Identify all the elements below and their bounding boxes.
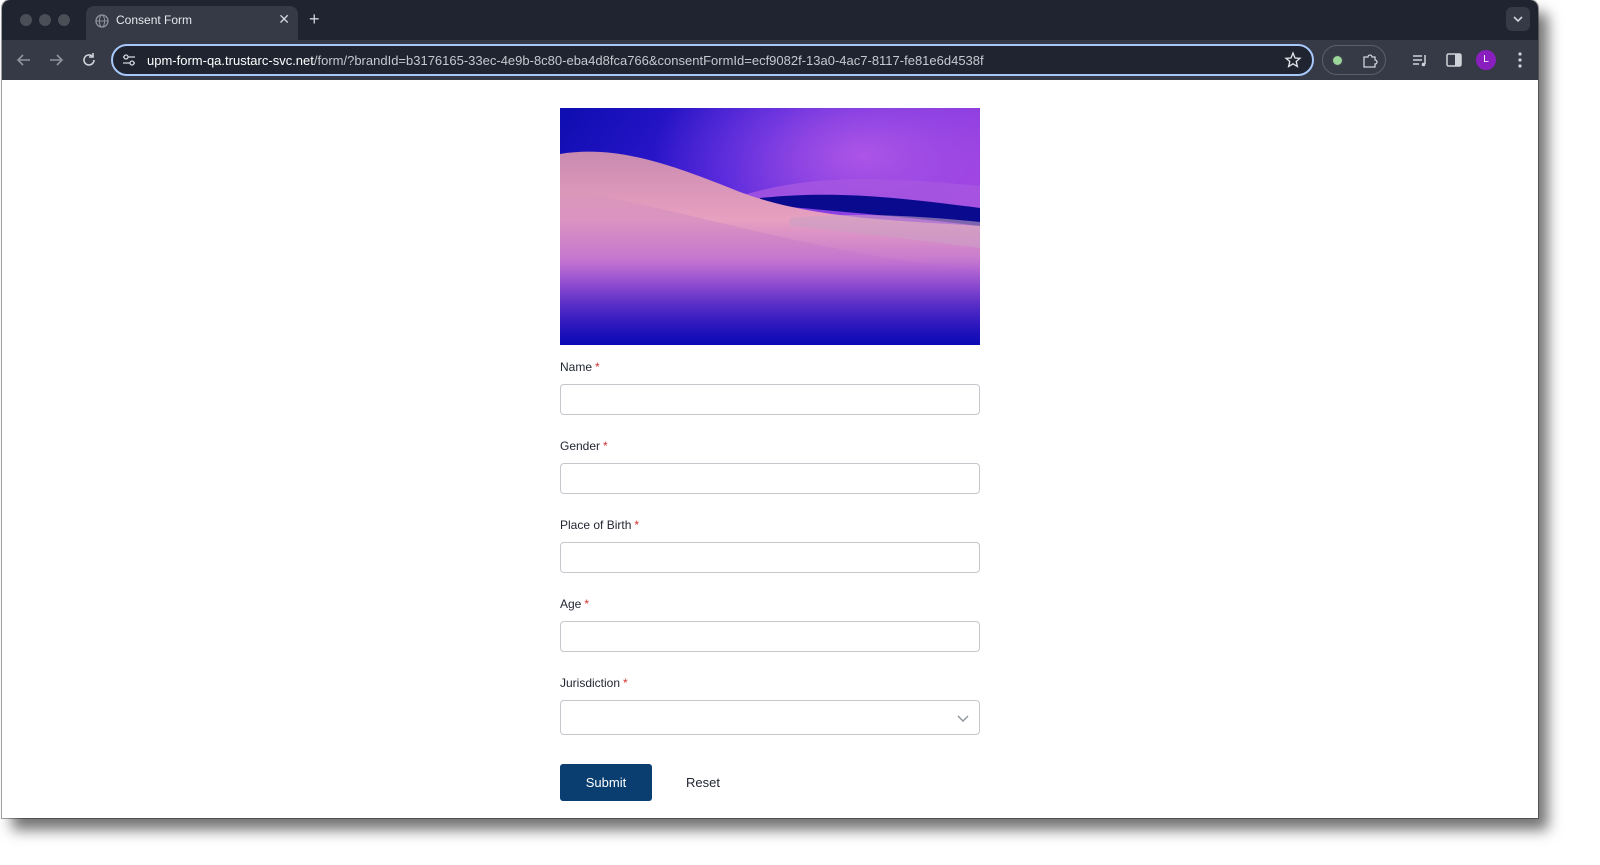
puzzle-icon[interactable]: [1361, 51, 1379, 69]
profile-avatar[interactable]: L: [1476, 50, 1496, 70]
required-marker: *: [634, 518, 640, 532]
browser-toolbar: upm-form-qa.trustarc-svc.net/form/?brand…: [2, 40, 1538, 80]
forward-arrow-icon[interactable]: [46, 50, 66, 70]
age-field[interactable]: [560, 621, 980, 652]
gender-label: Gender *: [560, 439, 608, 453]
jurisdiction-label: Jurisdiction *: [560, 676, 628, 690]
minimize-window-button[interactable]: [39, 14, 51, 26]
form-actions: Submit Reset: [560, 764, 980, 801]
consent-form: Name * Gender * Place of Birth * Age * Juris…: [560, 359, 980, 801]
chevron-down-icon: [957, 715, 969, 722]
reset-button[interactable]: Reset: [686, 764, 720, 801]
tab-title: Consent Form: [116, 13, 193, 27]
required-marker: *: [595, 360, 600, 374]
globe-icon: [95, 14, 109, 28]
age-label: Age *: [560, 597, 590, 611]
purple-dunes-image: [560, 108, 980, 345]
extension-status-icon[interactable]: [1331, 54, 1344, 67]
tab-strip: Consent Form ✕ +: [2, 0, 1538, 40]
place-of-birth-label: Place of Birth *: [560, 518, 640, 532]
extensions-group: [1322, 45, 1386, 75]
bookmark-star-icon[interactable]: [1284, 51, 1302, 69]
url-text: upm-form-qa.trustarc-svc.net/form/?brand…: [147, 53, 984, 68]
name-field[interactable]: [560, 384, 980, 415]
name-label: Name *: [560, 360, 600, 374]
required-marker: *: [584, 597, 590, 611]
required-marker: *: [623, 676, 628, 690]
url-path: /form/?brandId=b3176165-33ec-4e9b-8c80-e…: [313, 53, 984, 68]
jurisdiction-select[interactable]: [560, 700, 980, 735]
gender-field[interactable]: [560, 463, 980, 494]
browser-window: Consent Form ✕ + upm-form-qa.trustarc-sv…: [2, 0, 1538, 818]
site-settings-icon[interactable]: [122, 53, 136, 67]
side-panel-icon[interactable]: [1445, 51, 1463, 69]
tab-search-button[interactable]: [1506, 7, 1530, 31]
page-content: Name * Gender * Place of Birth * Age * Juris…: [2, 80, 1538, 818]
tab-consent-form[interactable]: Consent Form ✕: [86, 6, 298, 40]
place-of-birth-field[interactable]: [560, 542, 980, 573]
more-menu-icon[interactable]: [1514, 50, 1526, 70]
close-window-button[interactable]: [20, 14, 32, 26]
new-tab-button[interactable]: +: [309, 9, 320, 29]
maximize-window-button[interactable]: [58, 14, 70, 26]
media-queue-icon[interactable]: [1411, 51, 1429, 69]
address-bar[interactable]: upm-form-qa.trustarc-svc.net/form/?brand…: [111, 44, 1314, 76]
reload-icon[interactable]: [79, 50, 99, 70]
required-marker: *: [603, 439, 608, 453]
url-host: upm-form-qa.trustarc-svc.net: [147, 53, 314, 68]
back-arrow-icon[interactable]: [14, 50, 34, 70]
submit-button[interactable]: Submit: [560, 764, 652, 801]
chevron-down-icon: [1513, 16, 1523, 23]
close-icon[interactable]: ✕: [278, 12, 290, 26]
